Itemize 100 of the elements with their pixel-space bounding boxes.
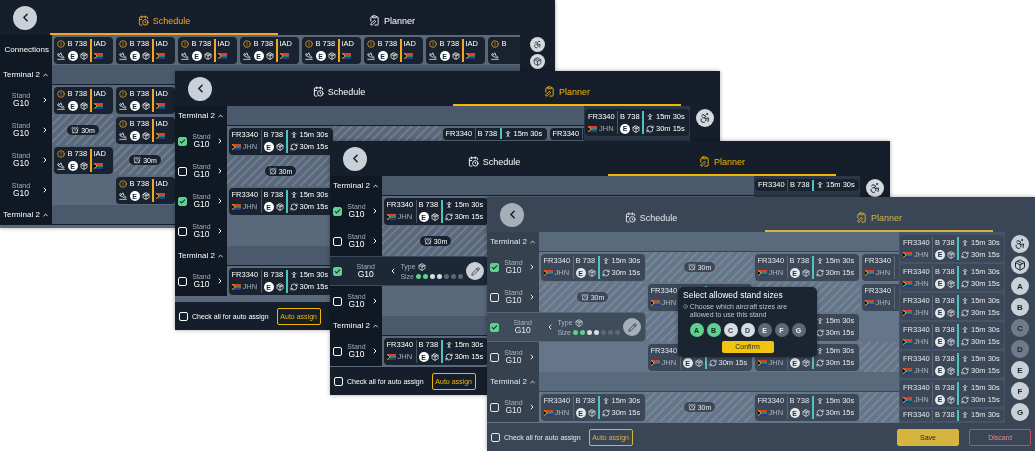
checkbox[interactable] xyxy=(490,292,499,302)
checked-checkbox[interactable] xyxy=(490,322,499,332)
checked-checkbox[interactable] xyxy=(333,266,342,276)
checked-checkbox[interactable] xyxy=(178,136,187,146)
landing-icon xyxy=(180,52,189,60)
checkbox[interactable] xyxy=(490,402,499,412)
wheelchair-button[interactable] xyxy=(530,37,545,52)
alarm-clock-icon xyxy=(687,263,696,271)
size-filter-button[interactable]: A xyxy=(1011,277,1029,295)
person-icon xyxy=(961,325,969,334)
chevron-up-icon[interactable] xyxy=(371,182,379,190)
wheelchair-button[interactable] xyxy=(866,179,884,197)
chevron-up-icon[interactable] xyxy=(216,112,224,120)
chevron-right-icon[interactable] xyxy=(371,347,379,355)
clipboard-pen-icon xyxy=(544,86,555,97)
stand-name: G10 xyxy=(505,406,522,415)
back-button[interactable] xyxy=(188,76,212,101)
flag-icon xyxy=(231,204,241,210)
chevron-right-icon[interactable] xyxy=(216,167,224,175)
checked-checkbox[interactable] xyxy=(333,206,342,216)
alert-icon xyxy=(56,40,65,48)
landing-icon xyxy=(428,52,437,60)
landing-icon xyxy=(56,162,65,170)
chevron-right-icon[interactable] xyxy=(371,207,379,215)
size-filter-button[interactable]: B xyxy=(1011,298,1029,316)
stand-name: G10 xyxy=(348,350,365,359)
landing-icon xyxy=(56,102,65,110)
chevron-right-icon[interactable] xyxy=(216,277,224,285)
person-icon xyxy=(961,383,969,392)
chevron-up-icon[interactable] xyxy=(528,238,536,246)
cycle-icon xyxy=(601,409,610,417)
cycle-icon xyxy=(961,308,969,317)
cycle-icon xyxy=(961,395,969,404)
chevron-right-icon[interactable] xyxy=(41,156,49,164)
size-filter-button[interactable]: G xyxy=(1011,403,1029,421)
box-icon xyxy=(275,203,284,211)
cargo-button[interactable] xyxy=(1011,256,1029,274)
chevron-right-icon[interactable] xyxy=(371,237,379,245)
back-button[interactable] xyxy=(500,202,524,227)
landing-icon xyxy=(242,52,251,60)
size-filter-button[interactable]: E xyxy=(1011,361,1029,379)
chevron-right-icon[interactable] xyxy=(528,403,536,411)
cycle-icon xyxy=(289,203,298,211)
chevron-right-icon[interactable] xyxy=(41,126,49,134)
cargo-button[interactable] xyxy=(530,54,545,69)
person-icon xyxy=(815,317,824,325)
cycle-icon xyxy=(444,213,453,221)
checkbox[interactable] xyxy=(490,352,499,362)
back-button[interactable] xyxy=(13,5,37,30)
flag-icon xyxy=(543,410,553,416)
checked-checkbox[interactable] xyxy=(490,262,499,272)
cycle-icon xyxy=(815,329,824,337)
chevron-right-icon[interactable] xyxy=(528,353,536,361)
landing-icon xyxy=(118,192,127,200)
size-filter-button[interactable]: F xyxy=(1011,382,1029,400)
cycle-icon xyxy=(961,337,969,346)
cycle-icon xyxy=(815,269,824,277)
wheelchair-button[interactable] xyxy=(1011,235,1029,253)
chevron-right-icon[interactable] xyxy=(216,137,224,145)
chevron-up-icon[interactable] xyxy=(528,378,536,386)
person-icon xyxy=(646,112,654,121)
tab[interactable]: Schedule xyxy=(225,71,453,106)
tab[interactable]: Planner xyxy=(278,0,506,35)
chevron-right-icon[interactable] xyxy=(528,293,536,301)
box-icon xyxy=(947,308,955,317)
person-icon xyxy=(815,397,824,405)
chevron-right-icon[interactable] xyxy=(216,197,224,205)
chevron-right-icon[interactable] xyxy=(216,227,224,235)
person-icon xyxy=(503,129,512,138)
landing-icon xyxy=(118,52,127,60)
chevron-up-icon[interactable] xyxy=(41,71,49,79)
tab[interactable]: Schedule xyxy=(537,197,765,232)
tab[interactable]: Schedule xyxy=(380,141,608,176)
checked-checkbox[interactable] xyxy=(178,196,187,206)
checkbox[interactable] xyxy=(491,432,500,442)
alarm-clock-icon xyxy=(423,237,432,245)
chevron-up-icon[interactable] xyxy=(371,322,379,330)
chevron-up-icon[interactable] xyxy=(216,252,224,260)
chevron-up-icon[interactable] xyxy=(41,211,49,219)
cycle-icon xyxy=(961,279,969,288)
chevron-right-icon[interactable] xyxy=(371,297,379,305)
back-button[interactable] xyxy=(343,146,367,171)
edit-button[interactable] xyxy=(466,262,484,280)
alarm-clock-icon xyxy=(71,126,80,134)
stand-name: G10 xyxy=(357,270,374,279)
pencil-icon xyxy=(627,322,637,332)
chevron-right-icon[interactable] xyxy=(528,263,536,271)
box-icon xyxy=(417,262,426,271)
alert-icon xyxy=(118,180,127,188)
chevron-right-icon[interactable] xyxy=(41,186,49,194)
person-icon xyxy=(961,354,969,363)
box-icon xyxy=(141,192,150,200)
flag-icon xyxy=(93,53,103,59)
alarm-clock-icon xyxy=(580,293,589,301)
cycle-icon xyxy=(708,359,717,367)
alert-icon xyxy=(56,150,65,158)
wheelchair-button[interactable] xyxy=(696,109,714,127)
wheelchair-icon xyxy=(869,182,881,194)
stand-name: G10 xyxy=(514,326,531,335)
chevron-right-icon[interactable] xyxy=(41,96,49,104)
